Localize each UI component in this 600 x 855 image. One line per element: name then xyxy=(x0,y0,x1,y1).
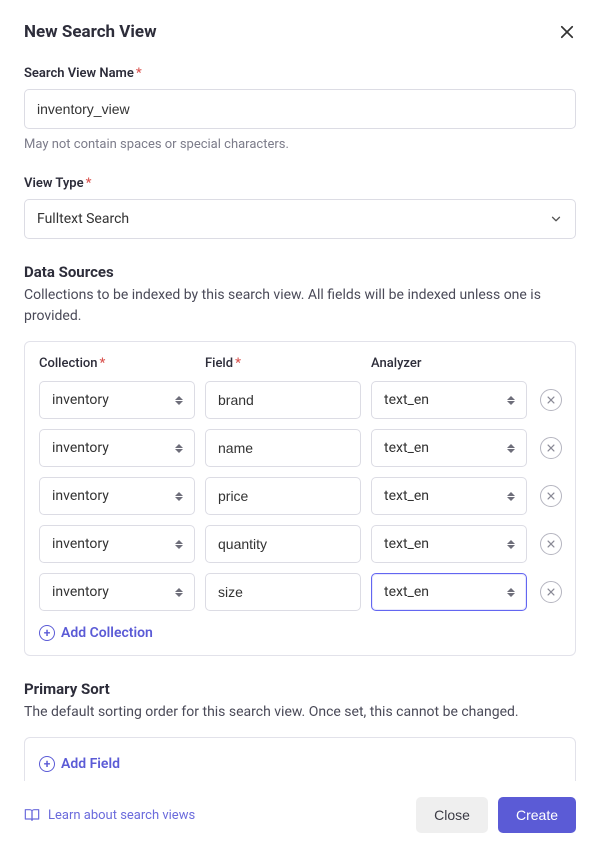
analyzer-select[interactable]: text_en xyxy=(371,429,527,467)
collection-select[interactable]: inventory xyxy=(39,477,195,515)
view-type-label: View Type* xyxy=(24,176,576,191)
collection-value: inventory xyxy=(52,536,109,552)
analyzer-value: text_en xyxy=(384,584,429,600)
analyzer-value: text_en xyxy=(384,440,429,456)
collection-select[interactable]: inventory xyxy=(39,573,195,611)
field-input[interactable] xyxy=(205,573,361,611)
field-input[interactable] xyxy=(205,525,361,563)
col-header-analyzer: Analyzer xyxy=(371,356,527,371)
required-star: * xyxy=(136,66,142,81)
primary-sort-panel: + Add Field xyxy=(24,737,576,787)
sort-icon xyxy=(173,396,184,405)
add-collection-button[interactable]: + Add Collection xyxy=(39,625,153,641)
sort-icon xyxy=(505,588,516,597)
learn-link-label: Learn about search views xyxy=(48,808,195,823)
data-source-row: inventory text_en xyxy=(39,429,561,467)
required-star: * xyxy=(235,356,241,371)
sort-icon xyxy=(505,540,516,549)
add-field-button[interactable]: + Add Field xyxy=(39,756,120,772)
data-source-row: inventory text_en xyxy=(39,573,561,611)
field-input[interactable] xyxy=(205,429,361,467)
primary-sort-title: Primary Sort xyxy=(24,680,576,698)
analyzer-select[interactable]: text_en xyxy=(371,477,527,515)
collection-select[interactable]: inventory xyxy=(39,429,195,467)
collection-select[interactable]: inventory xyxy=(39,381,195,419)
sort-icon xyxy=(505,396,516,405)
primary-sort-desc: The default sorting order for this searc… xyxy=(24,702,576,723)
sort-icon xyxy=(173,540,184,549)
dialog-footer: Learn about search views Close Create xyxy=(0,781,600,855)
add-collection-label: Add Collection xyxy=(61,625,153,641)
collection-value: inventory xyxy=(52,488,109,504)
data-sources-desc: Collections to be indexed by this search… xyxy=(24,285,576,327)
view-type-value: Fulltext Search xyxy=(37,211,129,227)
sort-icon xyxy=(173,444,184,453)
book-icon xyxy=(24,807,40,823)
name-label: Search View Name* xyxy=(24,66,576,81)
name-hint: May not contain spaces or special charac… xyxy=(24,137,576,152)
analyzer-value: text_en xyxy=(384,392,429,408)
remove-row-button[interactable] xyxy=(540,485,562,507)
data-source-row: inventory text_en xyxy=(39,477,561,515)
remove-row-button[interactable] xyxy=(540,389,562,411)
add-field-label: Add Field xyxy=(61,756,120,772)
collection-value: inventory xyxy=(52,440,109,456)
close-button-footer[interactable]: Close xyxy=(416,797,488,833)
learn-link[interactable]: Learn about search views xyxy=(24,807,195,823)
name-label-text: Search View Name xyxy=(24,66,134,81)
data-source-row: inventory text_en xyxy=(39,525,561,563)
sort-icon xyxy=(173,492,184,501)
sort-icon xyxy=(173,588,184,597)
col-header-field: Field* xyxy=(205,356,361,371)
remove-row-button[interactable] xyxy=(540,437,562,459)
plus-circle-icon: + xyxy=(39,756,55,772)
remove-row-button[interactable] xyxy=(540,533,562,555)
data-source-row: inventory text_en xyxy=(39,381,561,419)
col-header-collection: Collection* xyxy=(39,356,195,371)
remove-row-button[interactable] xyxy=(540,581,562,603)
field-input[interactable] xyxy=(205,381,361,419)
required-star: * xyxy=(100,356,106,371)
analyzer-select[interactable]: text_en xyxy=(371,381,527,419)
data-sources-title: Data Sources xyxy=(24,263,576,281)
sort-icon xyxy=(505,444,516,453)
collection-value: inventory xyxy=(52,584,109,600)
chevron-down-icon xyxy=(549,212,563,226)
close-button[interactable] xyxy=(558,23,576,41)
analyzer-value: text_en xyxy=(384,536,429,552)
plus-circle-icon: + xyxy=(39,625,55,641)
analyzer-select[interactable]: text_en xyxy=(371,573,527,611)
name-input[interactable] xyxy=(24,89,576,129)
analyzer-value: text_en xyxy=(384,488,429,504)
view-type-label-text: View Type xyxy=(24,176,84,191)
sort-icon xyxy=(505,492,516,501)
dialog-title: New Search View xyxy=(24,22,157,42)
required-star: * xyxy=(86,176,92,191)
view-type-select[interactable]: Fulltext Search xyxy=(24,199,576,239)
data-sources-panel: Collection* Field* Analyzer inventory tex… xyxy=(24,341,576,656)
collection-value: inventory xyxy=(52,392,109,408)
field-input[interactable] xyxy=(205,477,361,515)
collection-select[interactable]: inventory xyxy=(39,525,195,563)
close-icon xyxy=(558,23,576,41)
analyzer-select[interactable]: text_en xyxy=(371,525,527,563)
create-button[interactable]: Create xyxy=(498,797,576,833)
